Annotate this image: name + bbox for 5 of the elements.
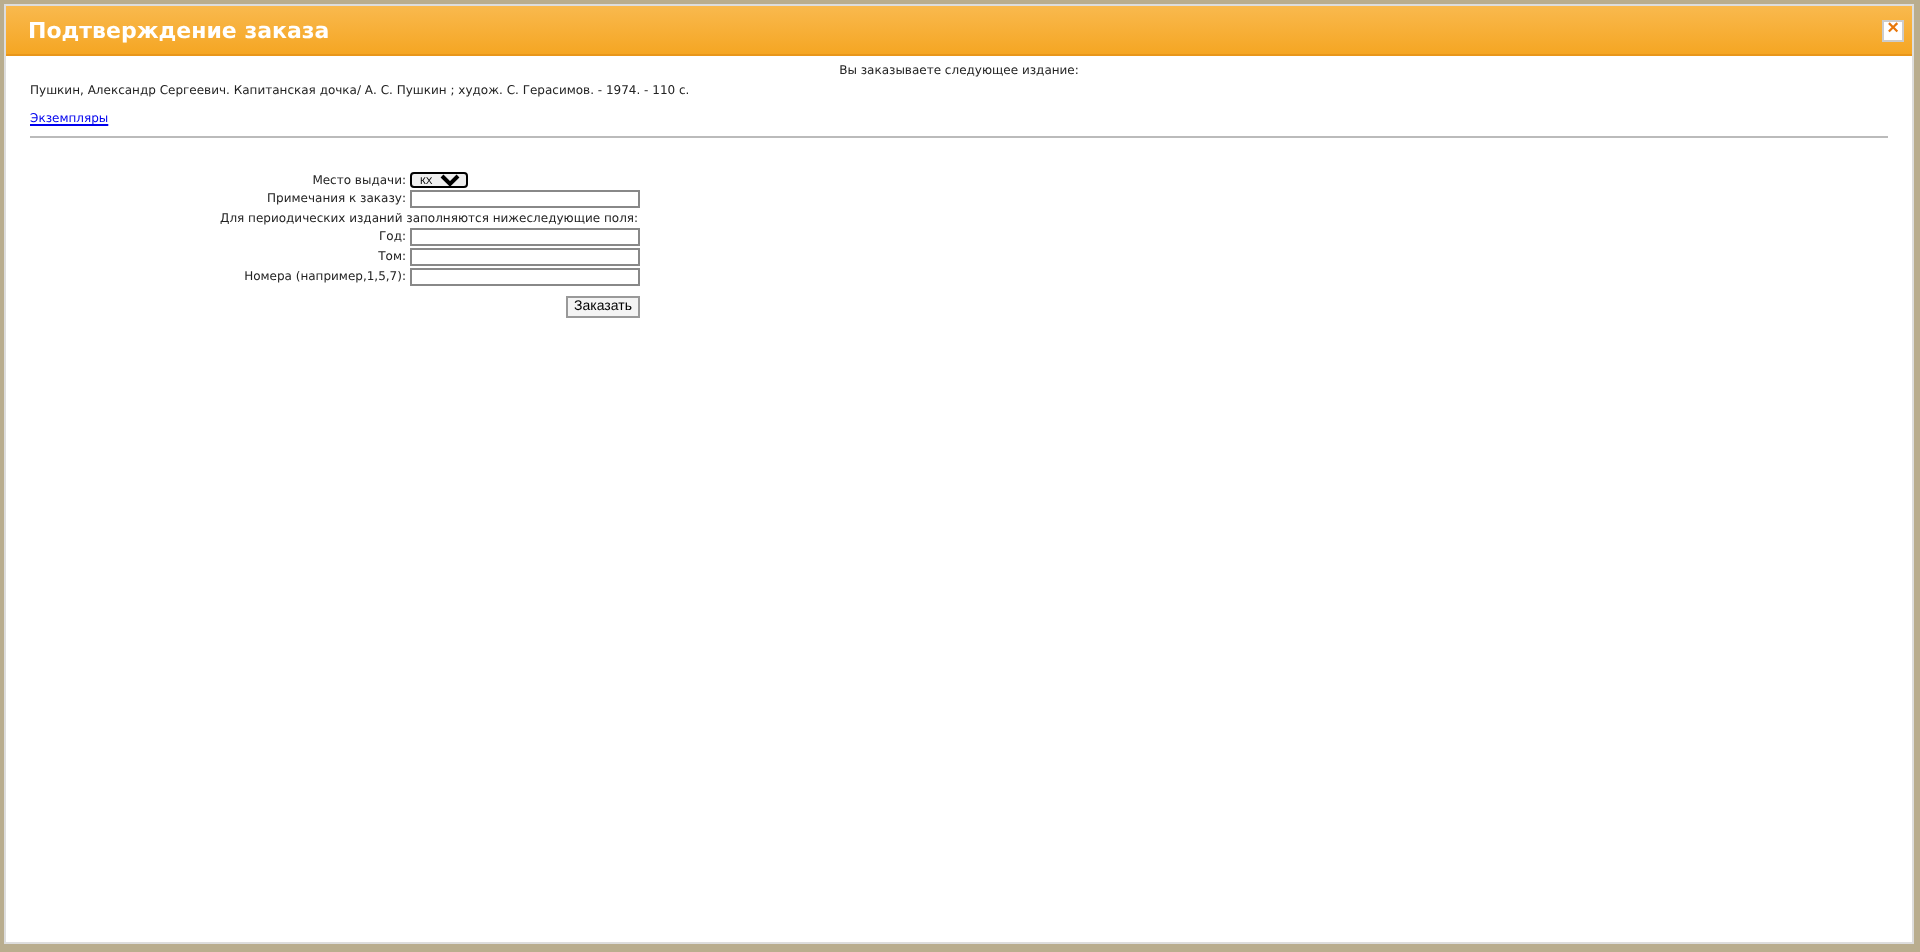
input-field[interactable]	[410, 190, 640, 208]
input-field[interactable]	[410, 228, 640, 246]
input-field[interactable]	[410, 248, 640, 266]
input-field[interactable]	[410, 268, 640, 286]
dialog-title: Подтверждение заказа	[28, 17, 330, 43]
